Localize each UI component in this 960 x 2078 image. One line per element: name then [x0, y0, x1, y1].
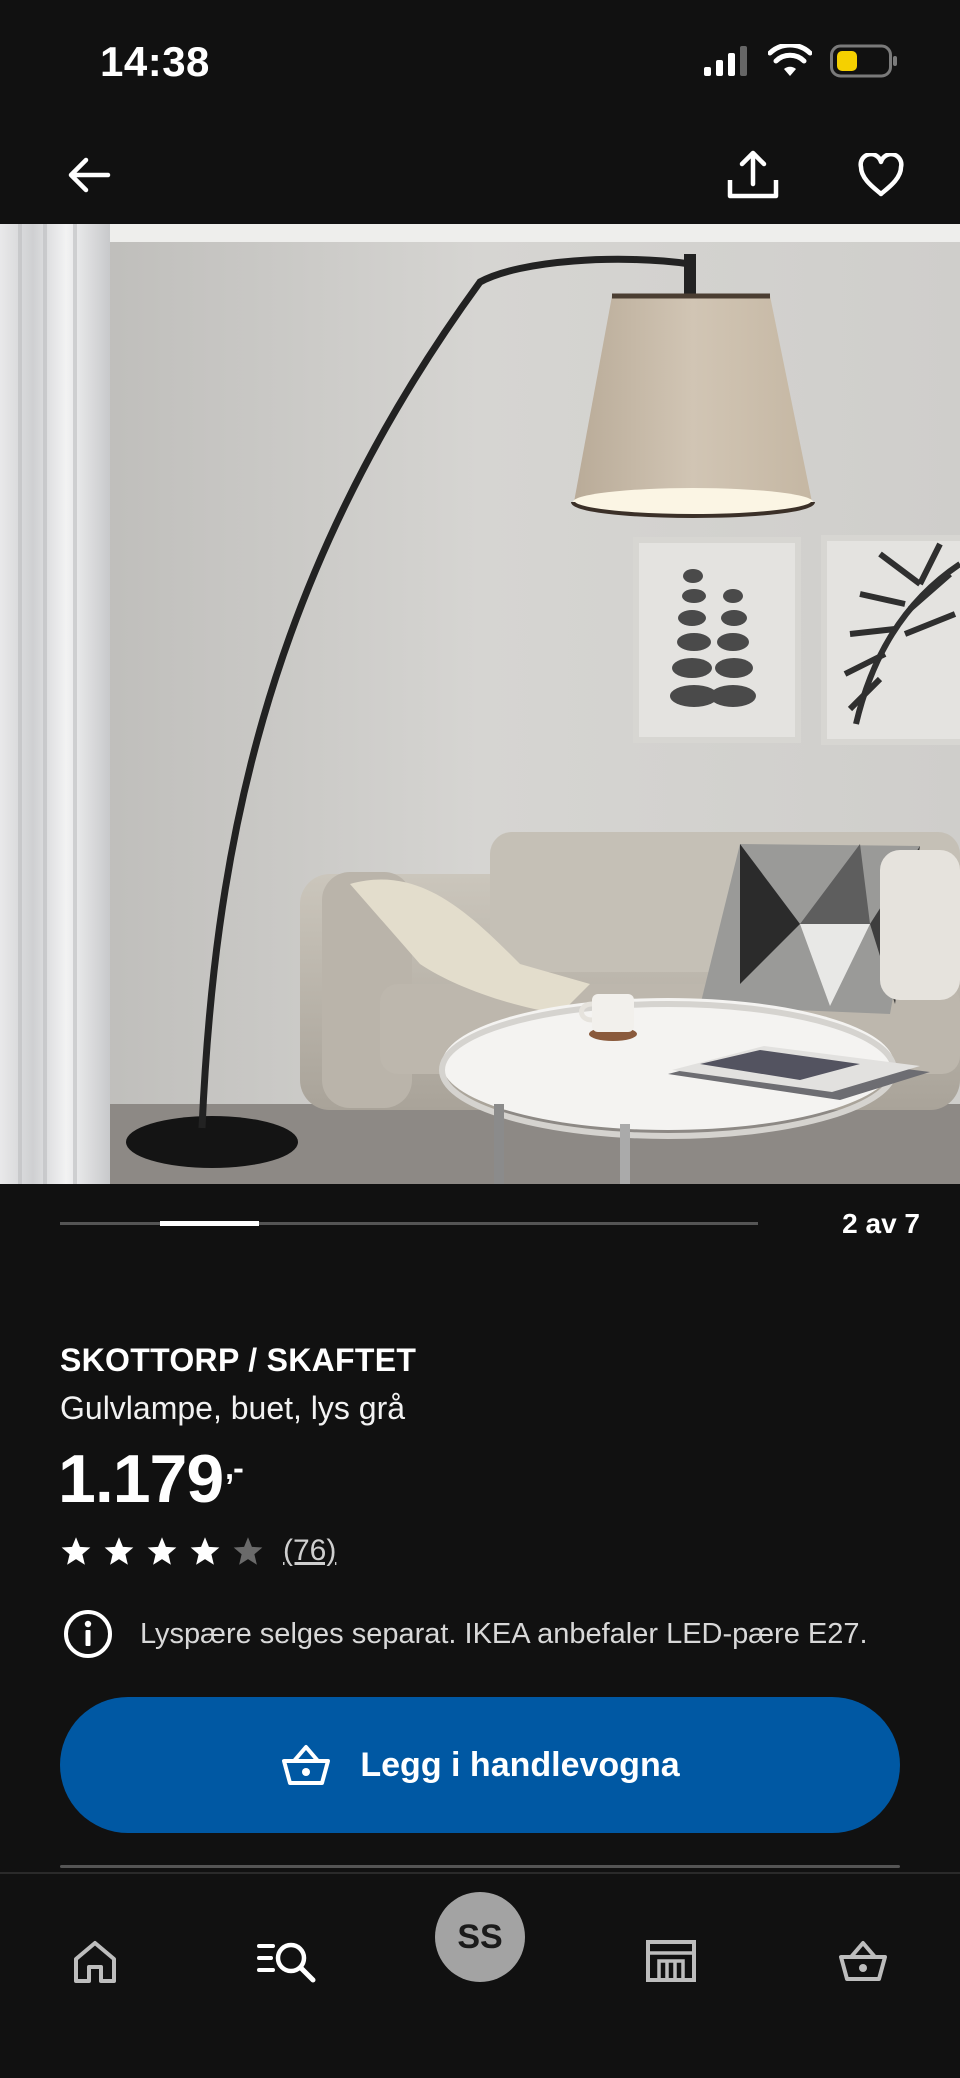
top-nav — [0, 130, 960, 225]
star-empty-icon — [233, 1537, 263, 1565]
star-filled-icon — [190, 1537, 220, 1565]
product-description: Gulvlampe, buet, lys grå — [60, 1390, 406, 1426]
carousel-track — [60, 1221, 758, 1226]
price-value: 1.179 — [58, 1441, 224, 1517]
add-to-cart-button[interactable]: Legg i handlevogna — [60, 1697, 900, 1833]
basket-icon — [282, 1745, 331, 1785]
image-carousel-indicator: 2 av 7 — [60, 1208, 920, 1239]
share-button[interactable] — [718, 140, 788, 210]
tab-stores[interactable] — [626, 1916, 716, 2006]
status-icons — [702, 44, 898, 78]
star-filled-icon — [104, 1537, 134, 1565]
info-icon — [64, 1610, 112, 1658]
image-counter: 2 av 7 — [842, 1208, 920, 1239]
product-rating[interactable]: (76) — [60, 1534, 336, 1568]
basket-icon — [839, 1941, 887, 1981]
section-divider — [60, 1865, 900, 1868]
arrow-left-icon — [68, 157, 111, 193]
status-bar: 14:38 — [0, 0, 960, 125]
bottom-nav: SS — [0, 1872, 960, 2078]
cellular-signal-icon — [704, 46, 747, 76]
tab-search[interactable] — [242, 1916, 332, 2006]
star-filled-icon — [147, 1537, 177, 1565]
product-name: SKOTTORP / SKAFTET — [60, 1342, 417, 1378]
product-photo — [0, 224, 960, 1184]
battery-icon — [830, 44, 897, 78]
back-button[interactable] — [54, 140, 124, 210]
info-text: Lyspære selges separat. IKEA anbefaler L… — [140, 1617, 868, 1650]
share-icon — [727, 150, 779, 199]
review-count-link[interactable]: (76) — [283, 1534, 336, 1568]
home-icon — [74, 1941, 116, 1983]
tab-home[interactable] — [50, 1916, 140, 2006]
store-icon — [646, 1940, 696, 1982]
heart-icon — [858, 153, 904, 197]
carousel-position — [159, 1221, 260, 1226]
bulb-info-notice: Lyspære selges separat. IKEA anbefaler L… — [62, 1608, 868, 1660]
search-icon — [257, 1942, 316, 1983]
product-image[interactable] — [0, 224, 960, 1184]
price-suffix: ,- — [225, 1450, 244, 1486]
status-time: 14:38 — [100, 38, 210, 85]
profile-avatar[interactable]: SS — [435, 1892, 525, 1982]
star-filled-icon — [61, 1537, 91, 1565]
add-to-cart-label: Legg i handlevogna — [360, 1745, 680, 1784]
tab-cart[interactable] — [818, 1916, 908, 2006]
product-price: 1.179 ,- — [58, 1440, 244, 1518]
favorite-button[interactable] — [846, 140, 916, 210]
wifi-icon — [768, 44, 812, 76]
